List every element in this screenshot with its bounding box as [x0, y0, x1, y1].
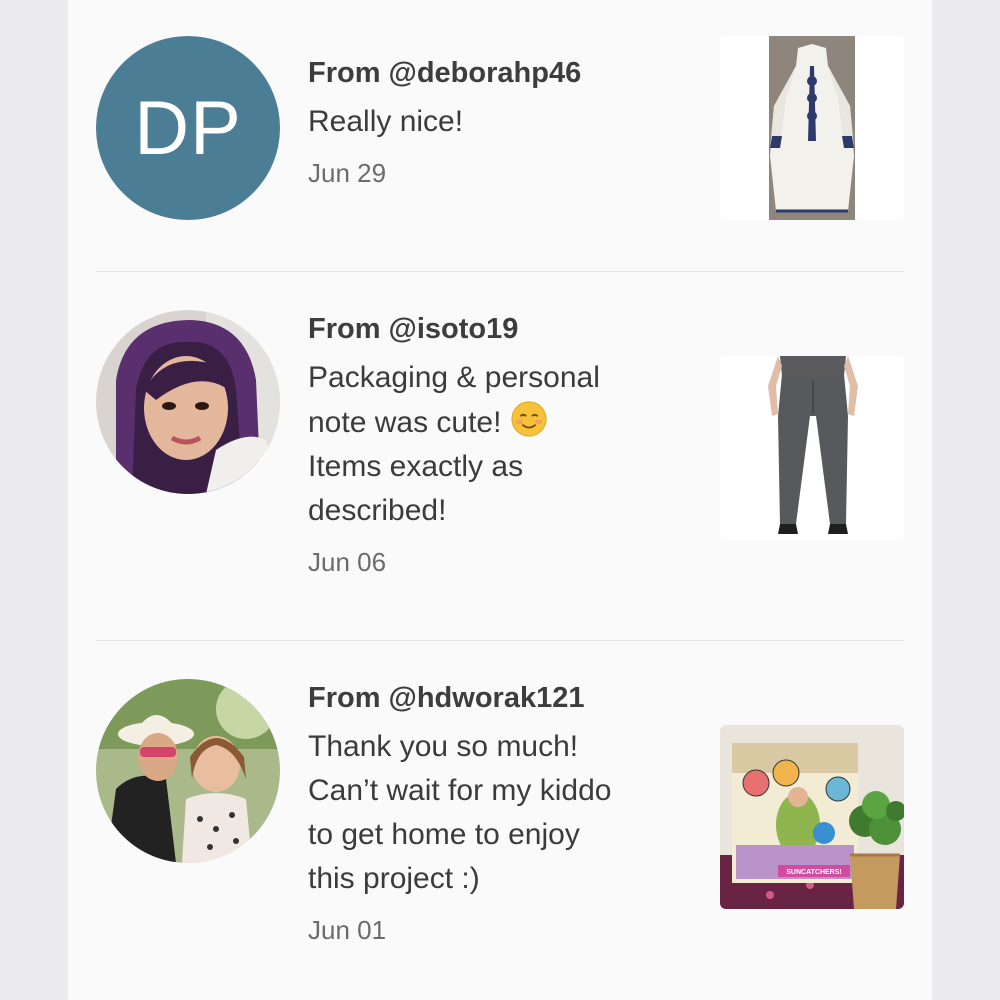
review-text: From @isoto19 Packaging & personal note … [308, 312, 688, 579]
message-line: to get home to enjoy [308, 818, 580, 851]
review-author[interactable]: From @isoto19 [308, 312, 688, 346]
review-author[interactable]: From @hdworak121 [308, 681, 688, 715]
review-text: From @deborahp46 Really nice! Jun 29 [308, 56, 688, 190]
message-line: described! [308, 494, 447, 527]
review-message: Really nice! [308, 105, 464, 138]
item-thumbnail[interactable] [720, 36, 904, 220]
avatar[interactable]: DP [96, 36, 280, 220]
suncatchers-kit-icon: SUNCATCHERS! [720, 725, 904, 909]
review-text: From @hdworak121 Thank you so much! Can’… [308, 681, 688, 947]
user-photo-icon [96, 679, 280, 863]
avatar[interactable] [96, 679, 280, 863]
item-thumbnail[interactable]: SUNCATCHERS! [720, 725, 904, 909]
user-photo-icon [96, 310, 280, 494]
message-line: note was cute! [308, 406, 502, 439]
review-date: Jun 01 [308, 915, 387, 945]
review-date: Jun 06 [308, 547, 387, 577]
message-line: Can’t wait for my kiddo [308, 774, 612, 807]
review-date: Jun 29 [308, 158, 387, 188]
review-author[interactable]: From @deborahp46 [308, 56, 688, 90]
item-thumbnail[interactable] [720, 356, 904, 540]
pants-icon [720, 356, 904, 540]
box-label: SUNCATCHERS! [786, 869, 841, 876]
review-message: Thank you so much! Can’t wait for my kid… [308, 725, 688, 901]
smiling-face-icon [511, 401, 547, 437]
avatar[interactable] [96, 310, 280, 494]
message-line: Thank you so much! [308, 730, 579, 763]
message-line: this project :) [308, 862, 480, 895]
dress-icon [720, 36, 904, 220]
message-line: Packaging & personal [308, 361, 600, 394]
reviews-page: DP From @deborahp46 Really nice! Jun 29 [68, 0, 932, 1000]
divider [96, 640, 904, 641]
review-message: Packaging & personal note was cute! Item… [308, 356, 688, 533]
message-line: Items exactly as [308, 450, 524, 483]
avatar-initials: DP [134, 85, 242, 171]
divider [96, 271, 904, 272]
